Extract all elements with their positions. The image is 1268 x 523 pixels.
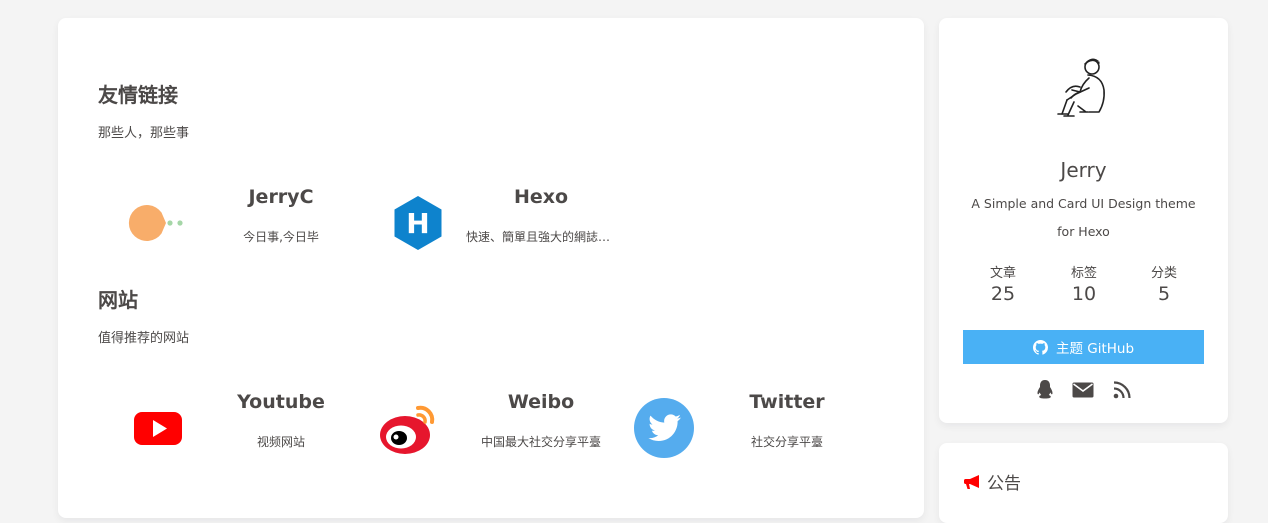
flink-item-twitter[interactable]: Twitter 社交分享平臺 bbox=[612, 388, 872, 468]
announcement-card: 公告 bbox=[939, 443, 1228, 523]
announcement-title: 公告 bbox=[987, 474, 1021, 494]
author-card: Jerry A Simple and Card UI Design theme … bbox=[939, 18, 1228, 423]
sites-desc: 值得推荐的网站 bbox=[98, 331, 190, 346]
author-description: A Simple and Card UI Design theme for He… bbox=[971, 196, 1196, 239]
stat-value: 5 bbox=[1157, 283, 1171, 305]
author-name: Jerry bbox=[1060, 158, 1107, 182]
flink-desc: 社交分享平臺 bbox=[750, 435, 823, 449]
flink-desc: 中国最大社交分享平臺 bbox=[480, 435, 601, 449]
hexo-icon: H bbox=[394, 196, 442, 250]
github-button[interactable]: 主题 GitHub bbox=[963, 330, 1204, 364]
stat-label: 标签 bbox=[1070, 266, 1097, 281]
hexo-letter: H bbox=[406, 207, 429, 240]
pacman-icon bbox=[128, 205, 183, 241]
sites-title: 网站 bbox=[98, 288, 138, 312]
stat-categories[interactable]: 分类 5 bbox=[1124, 262, 1204, 305]
flink-name: JerryC bbox=[248, 186, 314, 208]
flink-item-hexo[interactable]: H Hexo 快速、簡單且強大的網誌框架 bbox=[366, 183, 626, 263]
weibo-icon bbox=[380, 405, 435, 454]
github-icon bbox=[1032, 339, 1048, 355]
flink-name: Twitter bbox=[749, 391, 825, 413]
flink-name: Hexo bbox=[513, 186, 569, 208]
announcement-header: 公告 bbox=[963, 469, 1021, 494]
link-page-card: 友情链接 那些人，那些事 JerryC 今日事,今日毕 H Hexo 快速、簡單… bbox=[58, 18, 924, 518]
rss-icon[interactable] bbox=[1111, 379, 1133, 401]
qq-icon[interactable] bbox=[1034, 379, 1056, 401]
flink-desc: 快速、簡單且強大的網誌框架 bbox=[466, 230, 616, 244]
flink-desc: 视频网站 bbox=[256, 435, 305, 449]
avatar bbox=[1057, 58, 1105, 117]
flink-name: Youtube bbox=[237, 391, 325, 413]
links-desc: 那些人，那些事 bbox=[98, 126, 190, 141]
flink-name: Weibo bbox=[507, 391, 575, 413]
youtube-icon bbox=[134, 412, 182, 445]
flink-item-weibo[interactable]: Weibo 中国最大社交分享平臺 bbox=[356, 388, 616, 468]
flink-item-jerryc[interactable]: JerryC 今日事,今日毕 bbox=[106, 183, 366, 263]
stat-label: 文章 bbox=[989, 266, 1016, 281]
flink-item-youtube[interactable]: Youtube 视频网站 bbox=[106, 388, 366, 468]
flink-desc: 今日事,今日毕 bbox=[243, 230, 319, 244]
stat-value: 10 bbox=[1071, 283, 1097, 305]
github-label: 主题 GitHub bbox=[1055, 341, 1135, 357]
twitter-icon bbox=[634, 398, 694, 458]
stat-value: 25 bbox=[990, 283, 1016, 305]
stat-articles[interactable]: 文章 25 bbox=[963, 262, 1043, 305]
bullhorn-icon bbox=[964, 474, 979, 489]
mail-icon[interactable] bbox=[1072, 379, 1094, 401]
links-title: 友情链接 bbox=[98, 83, 178, 107]
stat-label: 分类 bbox=[1150, 266, 1177, 281]
stat-tags[interactable]: 标签 10 bbox=[1044, 262, 1124, 305]
